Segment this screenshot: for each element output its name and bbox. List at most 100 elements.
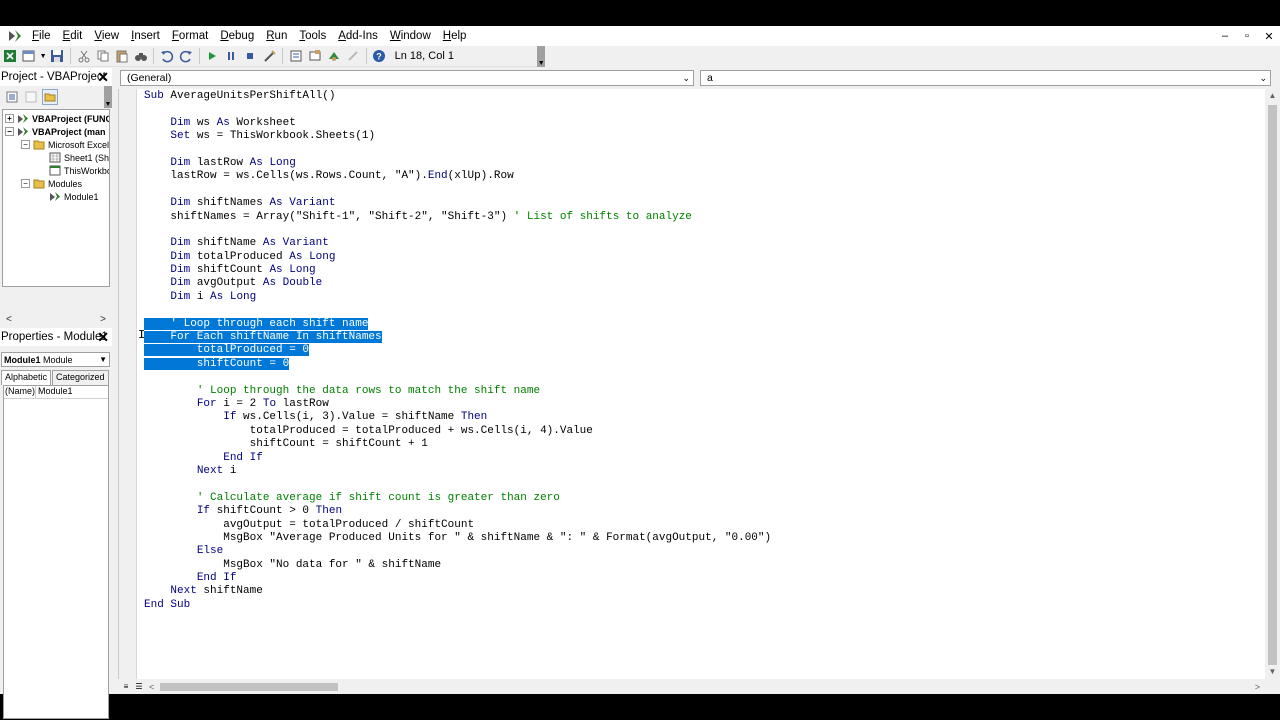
collapse-icon[interactable]: − bbox=[21, 179, 30, 188]
code-line[interactable]: ​ bbox=[144, 184, 771, 197]
tree-item-vbaproject-man[interactable]: − VBAProject (man bbox=[5, 125, 106, 138]
code-line[interactable]: Dim shiftCount As Long bbox=[144, 264, 771, 277]
break-button[interactable] bbox=[223, 47, 240, 65]
code-line[interactable]: Dim totalProduced As Long bbox=[144, 251, 771, 264]
insert-module-button[interactable] bbox=[20, 47, 37, 65]
code-line[interactable]: End If bbox=[144, 452, 771, 465]
code-line[interactable]: lastRow = ws.Cells(ws.Rows.Count, "A").E… bbox=[144, 170, 771, 183]
menu-addins[interactable]: Add-Ins bbox=[332, 26, 384, 46]
code-line[interactable]: Dim shiftNames As Variant bbox=[144, 197, 771, 210]
code-editor[interactable]: Sub AverageUnitsPerShiftAll()​ Dim ws As… bbox=[118, 89, 1265, 679]
code-line[interactable]: shiftNames = Array("Shift-1", "Shift-2",… bbox=[144, 211, 771, 224]
save-button[interactable] bbox=[49, 47, 66, 65]
chevron-right-icon[interactable]: > bbox=[100, 314, 106, 325]
help-button[interactable]: ? bbox=[371, 47, 388, 65]
code-line[interactable]: End If bbox=[144, 572, 771, 585]
menu-insert[interactable]: Insert bbox=[125, 26, 166, 46]
tab-alphabetic[interactable]: Alphabetic bbox=[1, 370, 52, 385]
find-button[interactable] bbox=[132, 47, 149, 65]
menu-file[interactable]: File bbox=[26, 26, 57, 46]
menu-window[interactable]: Window bbox=[384, 26, 437, 46]
expand-icon[interactable]: + bbox=[5, 114, 14, 123]
view-excel-button[interactable] bbox=[1, 47, 18, 65]
restore-icon[interactable]: ▫ bbox=[1240, 30, 1254, 42]
tree-item-modules[interactable]: − Modules bbox=[21, 177, 82, 190]
collapse-icon[interactable]: − bbox=[21, 140, 30, 149]
scroll-up-icon[interactable]: ▲ bbox=[1265, 89, 1280, 103]
code-line[interactable]: Dim shiftName As Variant bbox=[144, 237, 771, 250]
code-line[interactable]: If ws.Cells(i, 3).Value = shiftName Then bbox=[144, 411, 771, 424]
paste-button[interactable] bbox=[113, 47, 130, 65]
copy-button[interactable] bbox=[94, 47, 111, 65]
redo-button[interactable] bbox=[178, 47, 195, 65]
tree-item-sheet1[interactable]: Sheet1 (She bbox=[49, 151, 109, 164]
code-line[interactable]: Dim ws As Worksheet bbox=[144, 117, 771, 130]
code-line[interactable]: End Sub bbox=[144, 599, 771, 612]
close-icon[interactable]: ✕ bbox=[97, 329, 109, 346]
menu-run[interactable]: Run bbox=[260, 26, 293, 46]
scroll-down-icon[interactable]: ▼ bbox=[1265, 665, 1280, 679]
code-line[interactable]: Dim i As Long bbox=[144, 291, 771, 304]
code-vscroll[interactable]: ▲ ▼ bbox=[1265, 89, 1280, 679]
indicator-margin[interactable] bbox=[119, 89, 137, 679]
procedure-combo[interactable]: a ⌄ bbox=[700, 70, 1271, 86]
toggle-folders-button[interactable] bbox=[42, 89, 58, 105]
procedure-view-icon[interactable]: ≡ bbox=[120, 681, 132, 693]
hscroll-thumb[interactable] bbox=[160, 683, 338, 691]
view-object-button[interactable] bbox=[23, 89, 39, 105]
menu-debug[interactable]: Debug bbox=[214, 26, 260, 46]
menu-view[interactable]: View bbox=[88, 26, 125, 46]
design-mode-button[interactable] bbox=[261, 47, 278, 65]
code-line[interactable]: If shiftCount > 0 Then bbox=[144, 505, 771, 518]
code-line[interactable]: ​ bbox=[144, 304, 771, 317]
menu-edit[interactable]: Edit bbox=[57, 26, 89, 46]
scroll-left-icon[interactable]: < bbox=[149, 680, 154, 694]
tree-item-module1[interactable]: Module1 bbox=[49, 190, 99, 203]
collapse-icon[interactable]: − bbox=[5, 127, 14, 136]
menu-tools[interactable]: Tools bbox=[293, 26, 332, 46]
code-line[interactable]: MsgBox "No data for " & shiftName bbox=[144, 559, 771, 572]
insert-dropdown-button[interactable]: ▼ bbox=[39, 47, 47, 65]
close-icon[interactable]: ✕ bbox=[97, 69, 109, 86]
project-tree-hscroll[interactable]: < > bbox=[2, 312, 110, 326]
tree-item-vbaproject-func[interactable]: + VBAProject (FUNC bbox=[5, 112, 109, 125]
code-line[interactable]: ' Loop through the data rows to match th… bbox=[144, 385, 771, 398]
code-text[interactable]: Sub AverageUnitsPerShiftAll()​ Dim ws As… bbox=[144, 90, 771, 612]
project-explorer-button[interactable] bbox=[287, 47, 304, 65]
code-line[interactable]: shiftCount = shiftCount + 1 bbox=[144, 438, 771, 451]
scroll-right-icon[interactable]: > bbox=[1255, 680, 1260, 694]
code-line[interactable]: ​ bbox=[144, 478, 771, 491]
code-line[interactable]: ' Calculate average if shift count is gr… bbox=[144, 492, 771, 505]
full-module-view-icon[interactable]: ☰ bbox=[133, 681, 145, 693]
chevron-left-icon[interactable]: < bbox=[6, 314, 12, 325]
code-line[interactable]: Dim avgOutput As Double bbox=[144, 277, 771, 290]
code-line[interactable]: For i = 2 To lastRow bbox=[144, 398, 771, 411]
code-line[interactable]: ' Loop through each shift name bbox=[144, 317, 771, 331]
project-toolbar-overflow-button[interactable]: ▼ bbox=[104, 86, 112, 108]
scroll-thumb[interactable] bbox=[1268, 105, 1277, 665]
tab-categorized[interactable]: Categorized bbox=[52, 370, 109, 385]
code-line[interactable]: Else bbox=[144, 545, 771, 558]
code-line[interactable]: Next shiftName bbox=[144, 585, 771, 598]
property-row[interactable]: (Name) Module1 bbox=[4, 386, 108, 399]
code-hscroll[interactable]: ≡ ☰ < > bbox=[117, 680, 1264, 694]
property-value[interactable]: Module1 bbox=[36, 386, 73, 398]
code-line[interactable]: Dim lastRow As Long bbox=[144, 157, 771, 170]
menu-help[interactable]: Help bbox=[437, 26, 473, 46]
code-line[interactable]: avgOutput = totalProduced / shiftCount bbox=[144, 519, 771, 532]
vba-app-icon[interactable] bbox=[6, 27, 24, 45]
code-line[interactable]: shiftCount = 0 bbox=[144, 357, 771, 371]
code-line[interactable]: ​ bbox=[144, 224, 771, 237]
properties-window-button[interactable] bbox=[306, 47, 323, 65]
code-line[interactable]: Next i bbox=[144, 465, 771, 478]
code-line[interactable]: ​ bbox=[144, 144, 771, 157]
properties-object-select[interactable]: Module1 Module ▼ bbox=[1, 352, 110, 367]
run-button[interactable] bbox=[204, 47, 221, 65]
code-line[interactable]: ​ bbox=[144, 103, 771, 116]
toolbar-overflow-button[interactable]: ▼ bbox=[537, 45, 545, 67]
close-icon[interactable]: ✕ bbox=[1262, 30, 1276, 43]
code-line[interactable]: For Each shiftName In shiftNames bbox=[144, 331, 771, 344]
tree-item-thisworkbook[interactable]: ThisWorkbo bbox=[49, 164, 109, 177]
menu-format[interactable]: Format bbox=[166, 26, 214, 46]
object-combo[interactable]: (General) ⌄ bbox=[120, 70, 694, 86]
